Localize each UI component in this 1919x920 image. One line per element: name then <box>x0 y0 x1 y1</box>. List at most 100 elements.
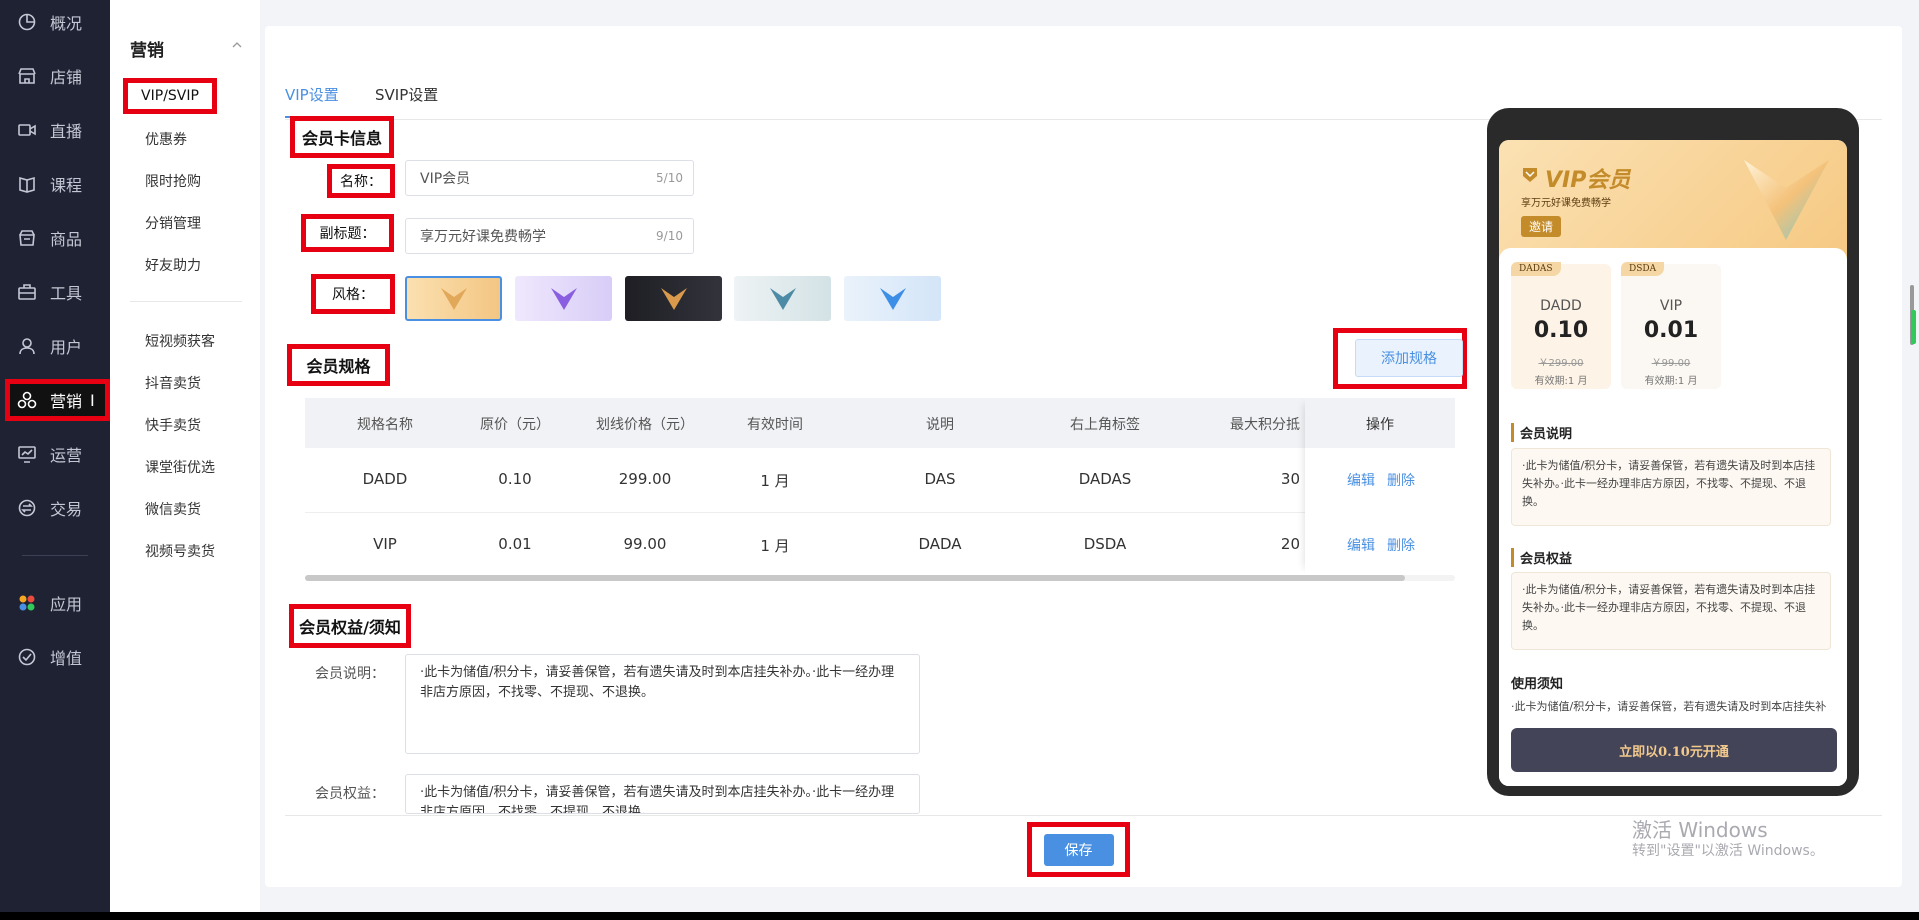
delete-link[interactable]: 删除 <box>1387 470 1415 490</box>
section-title-card-info: 会员卡信息 <box>290 116 394 158</box>
nav-label: 增值 <box>50 649 83 668</box>
cell-points: 30 <box>1280 470 1300 488</box>
price-card-name: DADD <box>1540 298 1582 314</box>
nav-label: 商品 <box>50 230 83 249</box>
member-rights-label: 会员权益： <box>315 786 385 802</box>
cell-desc: DAS <box>924 470 956 488</box>
nav-label: 交易 <box>50 500 83 519</box>
cell-valid: 1 月 <box>760 472 790 490</box>
cell-strike: 299.00 <box>618 470 672 488</box>
cell-name: VIP <box>373 535 397 553</box>
submenu-item-ketangjie[interactable]: 课堂街优选 <box>145 457 215 477</box>
cell-tag: DADAS <box>1078 470 1132 488</box>
edit-link[interactable]: 编辑 <box>1347 470 1375 490</box>
style-swatch-gold[interactable] <box>405 276 502 321</box>
submenu-item-channels[interactable]: 视频号卖货 <box>145 541 215 561</box>
save-highlight: 保存 <box>1027 822 1130 877</box>
preview-desc-box: ·此卡为储值/积分卡，请妥善保管，若有遗失请及时到本店挂失补办。·此卡一经办理非… <box>1511 448 1831 526</box>
nav-course[interactable]: 课程 <box>16 166 102 202</box>
tab-svip-settings[interactable]: SVIP设置 <box>375 84 438 105</box>
table-row: VIP 0.01 99.00 1 月 DADA DSDA 20 <box>305 513 1455 574</box>
chart-pie-icon <box>16 11 38 33</box>
submenu-item-kuaishou[interactable]: 快手卖货 <box>145 415 201 435</box>
style-swatch-black[interactable] <box>625 276 722 321</box>
edit-link[interactable]: 编辑 <box>1347 535 1375 555</box>
open-membership-button[interactable]: 立即以0.10元开通 <box>1511 728 1837 772</box>
col-header: 有效时间 <box>747 417 803 433</box>
preview-section-desc: 会员说明 <box>1511 423 1572 442</box>
nav-operation[interactable]: 运营 <box>16 436 102 472</box>
style-swatch-blue[interactable] <box>844 276 941 321</box>
nav-goods[interactable]: 商品 <box>16 220 102 256</box>
cell-strike: 99.00 <box>623 535 667 553</box>
preview-price-card[interactable]: DADAS DADD 0.10 ￥299.00 有效期:1 月 <box>1511 262 1611 389</box>
cell-price: 0.01 <box>498 535 532 553</box>
member-desc-textarea[interactable]: ·此卡为储值/积分卡，请妥善保管，若有遗失请及时到本店挂失补办。·此卡一经办理非… <box>405 654 920 754</box>
col-header-ops: 操作 <box>1366 417 1394 433</box>
style-swatch-purple[interactable] <box>515 276 612 321</box>
marketing-icon <box>16 389 38 411</box>
vip-v-logo-icon <box>879 287 906 310</box>
preview-price-card[interactable]: DSDA VIP 0.01 ￥99.00 有效期:1 月 <box>1621 262 1721 389</box>
spec-table: 规格名称 原价（元） 划线价格（元） 有效时间 说明 右上角标签 最大积分抵 D… <box>305 398 1455 574</box>
name-input-value: VIP会员 <box>420 171 471 187</box>
toolbox-icon <box>16 281 38 303</box>
store-icon <box>16 65 38 87</box>
nav-tools[interactable]: 工具 <box>16 274 102 310</box>
submenu-item-vip-svip[interactable]: VIP/SVIP <box>123 78 217 114</box>
submenu-item-distribution[interactable]: 分销管理 <box>145 213 201 233</box>
nav-marketing[interactable]: 营销 I <box>5 379 110 421</box>
nav-divider <box>22 555 88 556</box>
price-card-validity: 有效期:1 月 <box>1534 376 1588 387</box>
member-rights-textarea[interactable]: ·此卡为储值/积分卡，请妥善保管，若有遗失请及时到本店挂失补办。·此卡一经办理非… <box>405 774 920 814</box>
cell-price: 0.10 <box>498 470 532 488</box>
preview-body: DADAS DADD 0.10 ￥299.00 有效期:1 月 DSDA VIP… <box>1499 248 1847 786</box>
preview-subtitle: 享万元好课免费畅学 <box>1521 198 1611 209</box>
invite-button[interactable]: 邀请 <box>1521 216 1562 237</box>
nav-label: 概况 <box>50 14 83 33</box>
nav-trade[interactable]: 交易 <box>16 490 102 526</box>
submenu-title: 营销 <box>130 41 164 61</box>
nav-overview[interactable]: 概况 <box>16 4 102 40</box>
tab-vip-settings[interactable]: VIP设置 <box>285 84 339 118</box>
submenu-item-friend-help[interactable]: 好友助力 <box>145 255 201 275</box>
price-card-validity: 有效期:1 月 <box>1644 376 1698 387</box>
vip-v-logo-icon <box>660 287 687 310</box>
cell-tag: DSDA <box>1083 535 1127 553</box>
section-title-rights: 会员权益/须知 <box>289 604 411 648</box>
subtitle-input[interactable]: 享万元好课免费畅学 9/10 <box>405 218 694 254</box>
col-header: 右上角标签 <box>1070 417 1140 433</box>
save-button[interactable]: 保存 <box>1043 833 1114 866</box>
col-header: 最大积分抵 <box>1230 417 1300 433</box>
submenu-item-douyin[interactable]: 抖音卖货 <box>145 373 201 393</box>
cell-valid: 1 月 <box>760 537 790 555</box>
table-row: DADD 0.10 299.00 1 月 DAS DADAS 30 <box>305 448 1455 513</box>
submenu-item-short-video[interactable]: 短视频获客 <box>145 331 215 351</box>
nav-apps[interactable]: 应用 <box>16 585 102 621</box>
price-card-tag: DSDA <box>1621 262 1665 276</box>
submenu-item-coupon[interactable]: 优惠券 <box>145 129 187 149</box>
table-horizontal-scrollbar[interactable] <box>305 575 1455 581</box>
name-input[interactable]: VIP会员 5/10 <box>405 160 694 196</box>
nav-store[interactable]: 店铺 <box>16 58 102 94</box>
col-header: 规格名称 <box>357 417 413 433</box>
submenu-item-wechat[interactable]: 微信卖货 <box>145 499 201 519</box>
price-card-price: 0.10 <box>1533 318 1589 343</box>
video-camera-icon <box>16 119 38 141</box>
nav-value-added[interactable]: 增值 <box>16 639 102 675</box>
nav-users[interactable]: 用户 <box>16 328 102 364</box>
nav-live[interactable]: 直播 <box>16 112 102 148</box>
add-spec-button[interactable]: 添加规格 <box>1355 339 1463 377</box>
price-card-price: 0.01 <box>1643 318 1699 343</box>
chevron-up-icon[interactable] <box>232 40 242 50</box>
col-header: 说明 <box>926 417 954 433</box>
submenu-item-flash-sale[interactable]: 限时抢购 <box>145 171 201 191</box>
style-swatch-silver[interactable] <box>734 276 831 321</box>
main-sidebar: 概况 店铺 直播 课程 商品 工具 用户 营销 I 运营 交易 应用 增值 <box>0 0 110 912</box>
price-card-name: VIP <box>1659 298 1683 314</box>
vip-v-logo-icon <box>769 287 796 310</box>
price-card-old-price: ￥99.00 <box>1651 358 1691 369</box>
subtitle-char-count: 9/10 <box>656 229 683 243</box>
delete-link[interactable]: 删除 <box>1387 535 1415 555</box>
taskbar-edge <box>0 912 1919 920</box>
